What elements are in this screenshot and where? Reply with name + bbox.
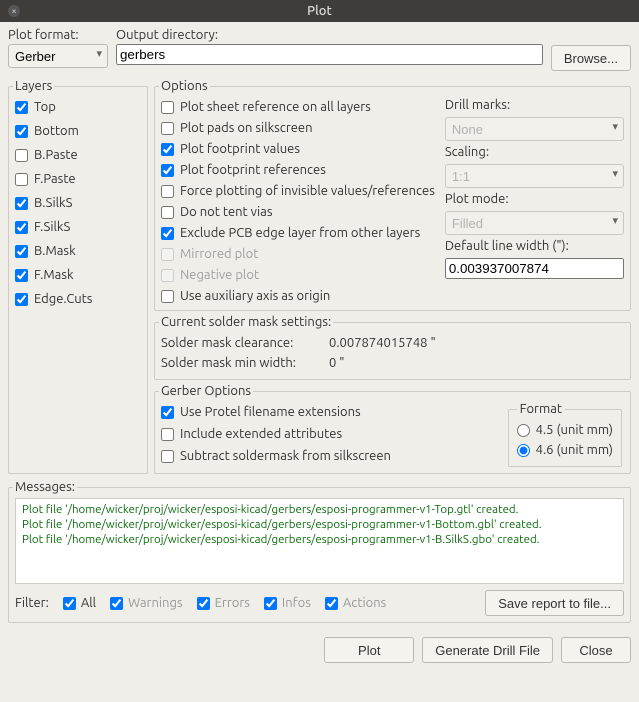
drill-marks-label: Drill marks:	[445, 98, 624, 112]
checkbox-actions[interactable]: Actions	[325, 595, 386, 611]
mask-value: 0.007874015748 "	[329, 333, 436, 353]
radio-4-5-unit-mm[interactable]: 4.5 (unit mm)	[517, 420, 613, 440]
messages-legend: Messages:	[13, 480, 77, 494]
plot-button[interactable]: Plot	[324, 637, 414, 663]
checkbox-errors[interactable]: Errors	[197, 595, 250, 611]
gerber-legend: Gerber Options	[159, 384, 253, 398]
message-line: Plot file '/home/wicker/proj/wicker/espo…	[22, 518, 617, 533]
filter-label: Filter:	[15, 596, 49, 610]
messages-group: Messages: Plot file '/home/wicker/proj/w…	[8, 480, 631, 623]
window-title: Plot	[307, 4, 332, 18]
checkbox-use-auxiliary-axis-as-origin[interactable]: Use auxiliary axis as origin	[161, 288, 435, 304]
checkbox-include-extended-attributes[interactable]: Include extended attributes	[161, 426, 496, 442]
close-button[interactable]: Close	[561, 637, 631, 663]
mask-settings-group: Current solder mask settings: Solder mas…	[154, 315, 631, 380]
message-line: Plot file '/home/wicker/proj/wicker/espo…	[22, 503, 617, 518]
plot-format-label: Plot format:	[8, 28, 108, 42]
radio-4-6-unit-mm[interactable]: 4.6 (unit mm)	[517, 440, 613, 460]
mask-key: Solder mask min width:	[161, 353, 321, 373]
scaling-select[interactable]: 1:1	[445, 164, 624, 188]
checkbox-b-mask[interactable]: B.Mask	[15, 243, 141, 259]
format-group: Format 4.5 (unit mm)4.6 (unit mm)	[508, 402, 622, 467]
mask-value: 0 "	[329, 353, 345, 373]
checkbox-b-silks[interactable]: B.SilkS	[15, 195, 141, 211]
checkbox-all[interactable]: All	[63, 595, 96, 611]
window-close-icon[interactable]: ×	[8, 5, 20, 17]
checkbox-do-not-tent-vias[interactable]: Do not tent vias	[161, 204, 435, 220]
line-width-input[interactable]	[445, 258, 624, 279]
checkbox-plot-footprint-references[interactable]: Plot footprint references	[161, 162, 435, 178]
checkbox-f-silks[interactable]: F.SilkS	[15, 219, 141, 235]
checkbox-f-paste[interactable]: F.Paste	[15, 171, 141, 187]
checkbox-plot-pads-on-silkscreen[interactable]: Plot pads on silkscreen	[161, 120, 435, 136]
drill-marks-select[interactable]: None	[445, 117, 624, 141]
checkbox-exclude-pcb-edge-layer-from-other-layers[interactable]: Exclude PCB edge layer from other layers	[161, 225, 435, 241]
options-group: Options Plot sheet reference on all laye…	[154, 79, 631, 311]
mask-legend: Current solder mask settings:	[159, 315, 333, 329]
checkbox-mirrored-plot: Mirrored plot	[161, 246, 435, 262]
scaling-label: Scaling:	[445, 145, 624, 159]
plot-mode-select[interactable]: Filled	[445, 211, 624, 235]
checkbox-warnings[interactable]: Warnings	[110, 595, 183, 611]
checkbox-f-mask[interactable]: F.Mask	[15, 267, 141, 283]
checkbox-subtract-soldermask-from-silkscreen[interactable]: Subtract soldermask from silkscreen	[161, 448, 496, 464]
checkbox-b-paste[interactable]: B.Paste	[15, 147, 141, 163]
output-dir-input[interactable]	[116, 44, 543, 65]
generate-drill-button[interactable]: Generate Drill File	[422, 637, 553, 663]
messages-box[interactable]: Plot file '/home/wicker/proj/wicker/espo…	[15, 498, 624, 584]
checkbox-top[interactable]: Top	[15, 99, 141, 115]
checkbox-force-plotting-of-invisible-values-references[interactable]: Force plotting of invisible values/refer…	[161, 183, 435, 199]
plot-format-select[interactable]: Gerber	[8, 44, 108, 68]
message-line: Plot file '/home/wicker/proj/wicker/espo…	[22, 533, 617, 548]
format-legend: Format	[517, 402, 565, 416]
checkbox-edge-cuts[interactable]: Edge.Cuts	[15, 291, 141, 307]
plot-mode-label: Plot mode:	[445, 192, 624, 206]
checkbox-infos[interactable]: Infos	[264, 595, 311, 611]
mask-key: Solder mask clearance:	[161, 333, 321, 353]
checkbox-bottom[interactable]: Bottom	[15, 123, 141, 139]
checkbox-use-protel-filename-extensions[interactable]: Use Protel filename extensions	[161, 404, 496, 420]
layers-legend: Layers	[13, 79, 54, 93]
save-report-button[interactable]: Save report to file...	[485, 590, 624, 616]
checkbox-plot-sheet-reference-on-all-layers[interactable]: Plot sheet reference on all layers	[161, 99, 435, 115]
options-legend: Options	[159, 79, 210, 93]
checkbox-negative-plot: Negative plot	[161, 267, 435, 283]
browse-button[interactable]: Browse...	[551, 45, 631, 71]
titlebar: × Plot	[0, 0, 639, 22]
line-width-label: Default line width ("):	[445, 239, 624, 253]
layers-group: Layers Top Bottom B.Paste F.Paste B.SilkS F.S…	[8, 79, 148, 474]
checkbox-plot-footprint-values[interactable]: Plot footprint values	[161, 141, 435, 157]
gerber-options-group: Gerber Options Use Protel filename exten…	[154, 384, 631, 474]
output-dir-label: Output directory:	[116, 28, 543, 42]
